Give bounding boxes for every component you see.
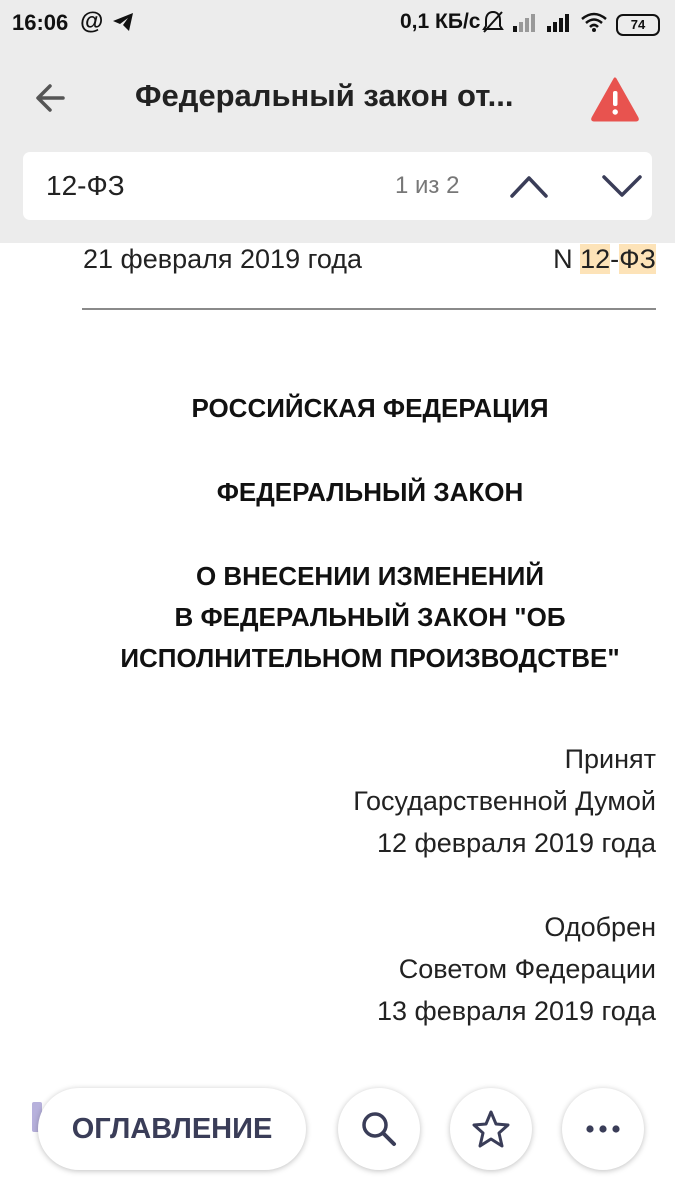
back-button[interactable]	[30, 80, 74, 116]
adopted-line: Принят	[564, 744, 656, 774]
adopted-line: Государственной Думой	[353, 786, 656, 816]
signal-icon	[512, 12, 538, 38]
document-date: 21 февраля 2019 года	[83, 244, 363, 274]
approved-line: 13 февраля 2019 года	[376, 996, 656, 1026]
signal-icon	[546, 12, 572, 38]
approved-block: Одобрен Советом Федерации 13 февраля 201…	[83, 906, 656, 1032]
title-line: ИСПОЛНИТЕЛЬНОМ ПРОИЗВОДСТВЕ"	[120, 643, 620, 673]
wifi-icon	[580, 12, 608, 38]
adopted-block: Принят Государственной Думой 12 февраля …	[83, 738, 656, 864]
star-icon	[472, 1110, 510, 1148]
approved-line: Одобрен	[544, 912, 656, 942]
bottom-action-bar: ОГЛАВЛЕНИЕ	[0, 1080, 675, 1180]
next-result-button[interactable]	[599, 168, 645, 204]
adopted-line: 12 февраля 2019 года	[376, 828, 656, 858]
heading-country: РОССИЙСКАЯ ФЕДЕРАЦИЯ	[191, 393, 549, 423]
previous-result-button[interactable]	[507, 168, 551, 204]
document-number: N 12-ФЗ	[553, 244, 656, 275]
status-icons: 74	[482, 10, 660, 40]
status-time: 16:06	[12, 10, 69, 35]
top-area: 16:06 @ 0,1 КБ/с 74 Федеральный закон от…	[0, 0, 675, 243]
warning-icon	[591, 77, 639, 122]
number-prefix: N	[553, 244, 573, 274]
mute-alarm-icon	[482, 10, 504, 40]
number-dash: -	[610, 244, 620, 274]
number-highlight-1: 12	[580, 244, 611, 274]
title-line: О ВНЕСЕНИИ ИЗМЕНЕНИЙ	[195, 561, 545, 591]
table-of-contents-button[interactable]: ОГЛАВЛЕНИЕ	[38, 1088, 306, 1170]
telegram-icon	[112, 12, 134, 38]
search-button[interactable]	[338, 1088, 420, 1170]
search-result-count: 1 из 2	[395, 172, 460, 199]
status-bar: 16:06 @ 0,1 КБ/с 74	[0, 0, 675, 46]
more-button[interactable]	[562, 1088, 644, 1170]
search-icon	[362, 1112, 396, 1146]
chevron-up-icon	[510, 176, 548, 198]
number-highlight-2: ФЗ	[619, 244, 656, 274]
warning-button[interactable]	[590, 76, 640, 122]
approved-line: Советом Федерации	[398, 954, 656, 984]
more-icon	[586, 1125, 620, 1133]
page-title: Федеральный закон от...	[135, 78, 514, 113]
search-bar: 1 из 2	[23, 152, 652, 220]
divider	[82, 308, 656, 310]
chevron-down-icon	[602, 175, 642, 197]
heading-law-title: О ВНЕСЕНИИ ИЗМЕНЕНИЙ В ФЕДЕРАЛЬНЫЙ ЗАКОН…	[83, 556, 657, 679]
heading-law-type: ФЕДЕРАЛЬНЫЙ ЗАКОН	[216, 477, 524, 507]
title-line: В ФЕДЕРАЛЬНЫЙ ЗАКОН "ОБ	[174, 602, 566, 632]
favorite-button[interactable]	[450, 1088, 532, 1170]
at-icon: @	[80, 8, 104, 35]
app-bar: Федеральный закон от...	[0, 46, 675, 150]
network-speed: 0,1 КБ/с	[400, 10, 481, 33]
search-input[interactable]	[46, 166, 346, 206]
battery-icon: 74	[616, 14, 660, 36]
arrow-left-icon	[36, 84, 65, 112]
